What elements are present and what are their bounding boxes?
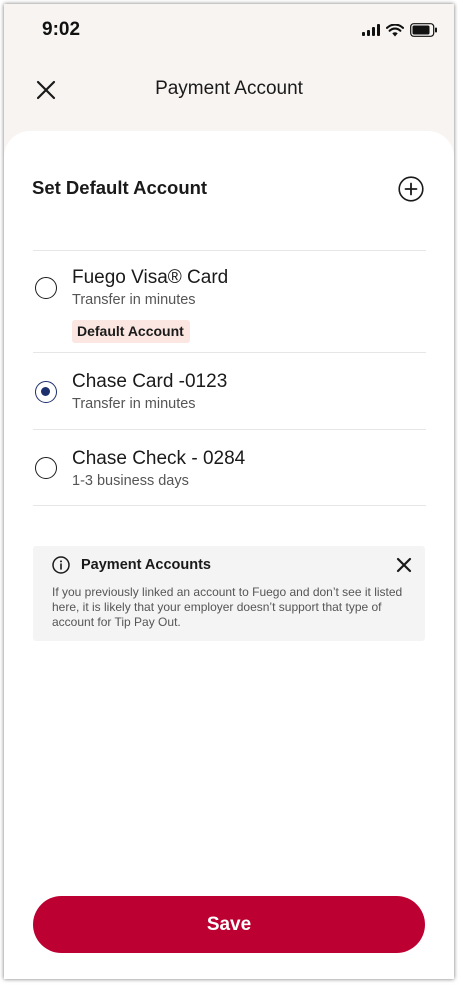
cellular-signal-icon <box>362 24 380 36</box>
close-icon <box>396 557 412 573</box>
account-option-chase-card[interactable]: Chase Card -0123 Transfer in minutes <box>33 353 426 429</box>
radio-button-selected[interactable] <box>35 381 57 403</box>
divider <box>33 505 426 506</box>
plus-circle-icon <box>398 176 424 202</box>
status-icons <box>362 23 438 37</box>
account-name: Chase Card -0123 <box>72 371 228 392</box>
account-name: Fuego Visa® Card <box>72 267 229 288</box>
status-time: 9:02 <box>42 19 81 40</box>
account-transfer-time: 1-3 business days <box>72 473 189 489</box>
content-sheet: Set Default Account Fuego Visa® Card Tra… <box>4 131 454 979</box>
phone-screen: 9:02 Payment Account Set Default Account… <box>4 4 454 979</box>
save-button[interactable]: Save <box>33 896 425 953</box>
default-account-badge: Default Account <box>72 320 190 343</box>
status-bar: 9:02 <box>4 4 454 56</box>
info-card-title: Payment Accounts <box>81 557 211 573</box>
add-account-button[interactable] <box>398 176 424 202</box>
info-card-text: If you previously linked an account to F… <box>52 585 403 629</box>
dismiss-info-button[interactable] <box>395 556 413 574</box>
info-card: Payment Accounts If you previously linke… <box>33 546 425 641</box>
battery-icon <box>410 23 438 37</box>
account-name: Chase Check - 0284 <box>72 448 246 469</box>
header: Payment Account <box>4 56 454 126</box>
info-icon <box>52 556 70 574</box>
section-title: Set Default Account <box>32 177 208 198</box>
radio-button-unselected[interactable] <box>35 457 57 479</box>
wifi-icon <box>386 23 404 37</box>
page-title: Payment Account <box>155 78 303 99</box>
account-option-fuego-visa[interactable]: Fuego Visa® Card Transfer in minutes Def… <box>33 251 426 352</box>
account-option-chase-check[interactable]: Chase Check - 0284 1-3 business days <box>33 430 426 506</box>
account-transfer-time: Transfer in minutes <box>72 396 196 412</box>
account-transfer-time: Transfer in minutes <box>72 292 196 308</box>
radio-button-unselected[interactable] <box>35 277 57 299</box>
